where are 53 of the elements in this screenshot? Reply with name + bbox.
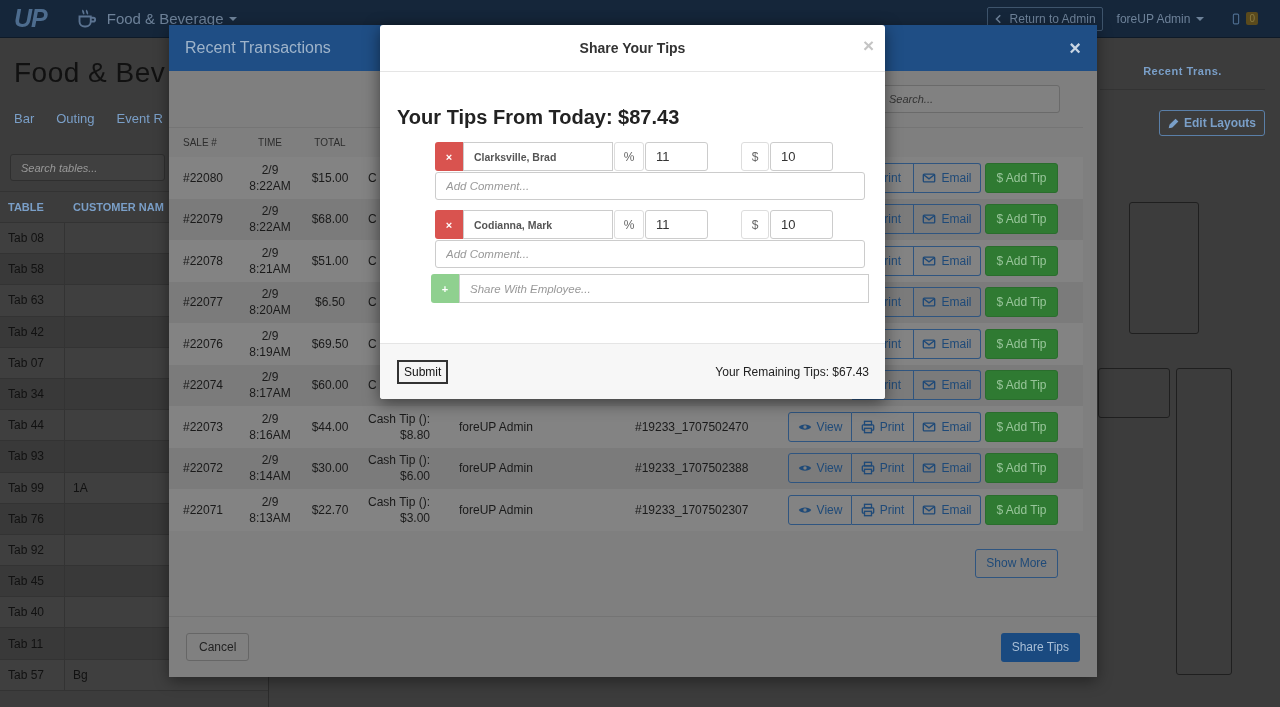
table-cell-text: #22078 bbox=[182, 253, 225, 268]
table-cell-text: $69.50 bbox=[310, 335, 350, 352]
table-cell: C bbox=[368, 252, 377, 269]
dollar-addon: $ bbox=[741, 210, 769, 239]
table-cell-text: $15.00 bbox=[310, 169, 350, 186]
table-cell-text: $6.50 bbox=[314, 294, 346, 311]
table-cell-text: #22080 bbox=[182, 170, 225, 185]
column-header: SALE # bbox=[182, 137, 218, 148]
table-cell-text: #22076 bbox=[182, 336, 225, 351]
table-cell: C bbox=[368, 294, 377, 311]
table-cell: C bbox=[368, 335, 377, 352]
table-cell-text: #22074 bbox=[182, 378, 225, 393]
table-cell-text: #22071 bbox=[182, 502, 225, 517]
table-cell-text: 2/9 8:19AM bbox=[248, 327, 292, 360]
table-cell-text: #22073 bbox=[182, 419, 225, 434]
table-cell-text: 2/9 8:13AM bbox=[248, 493, 292, 526]
table-cell-text: #19233_1707502470 bbox=[634, 419, 750, 434]
table-cell-text: 2/9 8:20AM bbox=[248, 286, 292, 319]
table-cell-text: #19233_1707502388 bbox=[634, 461, 750, 476]
table-cell-text: foreUP Admin bbox=[458, 419, 534, 434]
table-cell-text: $30.00 bbox=[310, 460, 350, 477]
table-cell: C bbox=[368, 377, 377, 394]
table-cell: C bbox=[368, 211, 377, 228]
table-cell-text: $22.70 bbox=[310, 501, 350, 518]
table-cell: C bbox=[368, 169, 377, 186]
table-cell-text: #22072 bbox=[182, 461, 225, 476]
table-cell-text: 2/9 8:16AM bbox=[248, 410, 292, 443]
table-cell: Cash Tip (): $8.80 bbox=[368, 410, 430, 443]
table-cell-text: $60.00 bbox=[310, 377, 350, 394]
dollar-addon: $ bbox=[741, 142, 769, 171]
table-cell-text: 2/9 8:17AM bbox=[248, 369, 292, 402]
table-cell-text: $44.00 bbox=[310, 418, 350, 435]
table-cell-text: 2/9 8:22AM bbox=[248, 203, 292, 236]
table-cell-text: #22077 bbox=[182, 295, 225, 310]
table-cell-text: foreUP Admin bbox=[458, 502, 534, 517]
table-cell-text: 2/9 8:22AM bbox=[248, 161, 292, 194]
table-cell-text: #22079 bbox=[182, 212, 225, 227]
dialog-title: Recent Transactions bbox=[185, 39, 331, 57]
percent-addon: % bbox=[614, 142, 644, 171]
table-cell-text: $51.00 bbox=[310, 252, 350, 269]
tips-total-heading: Your Tips From Today: $87.43 bbox=[397, 106, 681, 129]
table-cell-text: 2/9 8:14AM bbox=[248, 452, 292, 485]
column-header: TOTAL bbox=[313, 137, 347, 148]
dialog-title: Share Your Tips bbox=[579, 40, 686, 56]
table-cell-text: $68.00 bbox=[310, 211, 350, 228]
table-cell-text: 2/9 8:21AM bbox=[248, 244, 292, 277]
table-cell-text: foreUP Admin bbox=[458, 461, 534, 476]
table-cell-text: #19233_1707502307 bbox=[634, 502, 750, 517]
table-cell: Cash Tip (): $6.00 bbox=[368, 452, 430, 485]
remaining-tips-text: Your Remaining Tips: $67.43 bbox=[715, 364, 869, 379]
table-cell: Cash Tip (): $3.00 bbox=[368, 493, 430, 526]
column-header: TIME bbox=[257, 137, 283, 148]
percent-addon: % bbox=[614, 210, 644, 239]
